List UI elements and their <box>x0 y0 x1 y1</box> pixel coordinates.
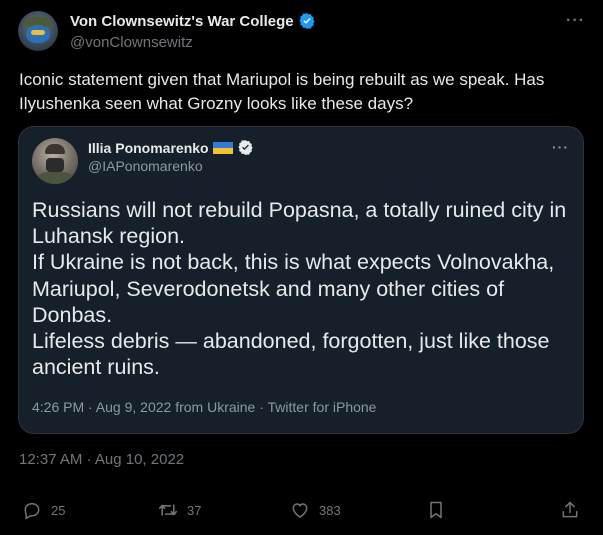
action-bar: 25 37 383 <box>0 497 603 527</box>
verified-badge-icon <box>299 13 315 29</box>
retweet-icon <box>158 504 178 516</box>
tweet-timestamp[interactable]: 12:37 AM · Aug 10, 2022 <box>19 451 184 468</box>
reply-count: 25 <box>51 502 66 518</box>
heart-icon <box>292 503 308 518</box>
author-handle[interactable]: @vonClownsewitz <box>70 34 193 51</box>
tweet: Von Clownsewitz's War College @vonClowns… <box>0 0 603 535</box>
quoted-author-avatar[interactable] <box>32 138 78 184</box>
avatar-mask <box>46 158 64 172</box>
author-display-name[interactable]: Von Clownsewitz's War College <box>70 13 294 30</box>
share-button[interactable] <box>560 500 580 520</box>
reply-icon <box>24 503 40 520</box>
avatar-hair <box>45 144 65 154</box>
more-dots-icon[interactable]: ··· <box>552 139 569 155</box>
bookmark-icon <box>430 501 442 519</box>
tweet-text: Iconic statement given that Mariupol is … <box>19 70 550 113</box>
avatar-eyes <box>31 30 45 35</box>
like-button[interactable]: 383 <box>290 500 341 520</box>
more-dots-icon[interactable]: ··· <box>566 12 585 30</box>
quoted-name-row: Illia Ponomarenko <box>88 139 254 156</box>
reply-button[interactable]: 25 <box>22 500 65 520</box>
avatar-body <box>36 172 74 184</box>
share-icon <box>562 501 578 518</box>
author-name-row: Von Clownsewitz's War College <box>70 12 316 30</box>
retweet-button[interactable]: 37 <box>158 500 201 520</box>
verified-badge-icon <box>238 140 253 155</box>
author-avatar[interactable] <box>18 11 58 51</box>
quoted-tweet-meta[interactable]: 4:26 PM · Aug 9, 2022 from Ukraine · Twi… <box>32 399 376 415</box>
bookmark-button[interactable] <box>426 500 446 520</box>
quoted-tweet-text: Russians will not rebuild Popasna, a tot… <box>32 198 567 380</box>
quoted-display-name[interactable]: Illia Ponomarenko <box>88 140 209 156</box>
ukraine-flag-icon <box>212 141 233 154</box>
quoted-tweet[interactable]: Illia Ponomarenko @IAPonomarenko ··· Rus… <box>18 126 584 434</box>
retweet-count: 37 <box>187 502 202 518</box>
quoted-handle[interactable]: @IAPonomarenko <box>88 158 203 174</box>
like-count: 383 <box>319 502 341 518</box>
